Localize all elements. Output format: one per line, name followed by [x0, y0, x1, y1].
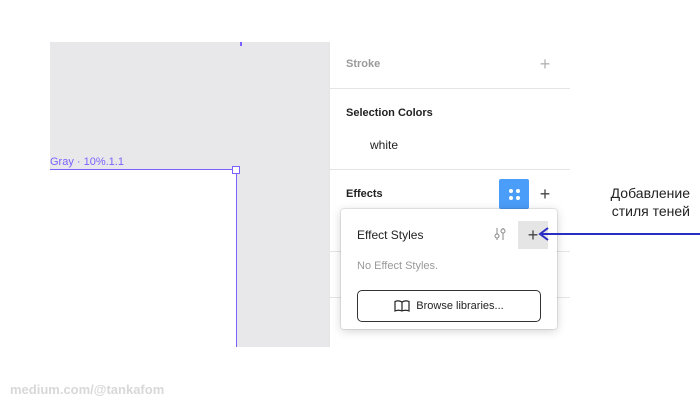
- browse-libraries-label: Browse libraries...: [416, 300, 504, 312]
- sliders-icon[interactable]: [491, 225, 509, 243]
- empty-state-text: No Effect Styles.: [357, 260, 439, 272]
- annotation-line-1: Добавление: [610, 185, 690, 201]
- watermark: medium.com/@tankafom: [10, 382, 165, 397]
- add-effect-button[interactable]: +: [535, 184, 555, 204]
- selection-color-white[interactable]: white: [370, 138, 398, 152]
- effect-styles-popup: Effect Styles + No Effect Styles. Browse…: [341, 209, 557, 329]
- browse-libraries-button[interactable]: Browse libraries...: [357, 290, 541, 322]
- selection-colors-title: Selection Colors: [346, 107, 433, 119]
- annotation-text: Добавление стиля теней: [586, 184, 690, 220]
- stroke-title: Stroke: [346, 58, 381, 70]
- selection-edge: [240, 42, 242, 46]
- canvas[interactable]: Gray · 10%.1.1: [50, 42, 329, 347]
- selected-frame[interactable]: [50, 169, 237, 347]
- annotation-arrow: [538, 227, 700, 241]
- effects-title: Effects: [346, 188, 383, 200]
- grid-dots-icon: [508, 188, 513, 193]
- annotation-line-2: стиля теней: [611, 203, 690, 219]
- frame-label[interactable]: Gray · 10%.1.1: [50, 156, 124, 168]
- effect-styles-button[interactable]: [499, 179, 529, 209]
- resize-handle[interactable]: [232, 166, 240, 174]
- add-stroke-button[interactable]: +: [535, 54, 555, 74]
- selection-colors-section: Selection Colors white: [330, 88, 570, 170]
- book-icon: [394, 300, 410, 312]
- popup-title: Effect Styles: [357, 228, 424, 242]
- stroke-section: Stroke +: [330, 42, 570, 89]
